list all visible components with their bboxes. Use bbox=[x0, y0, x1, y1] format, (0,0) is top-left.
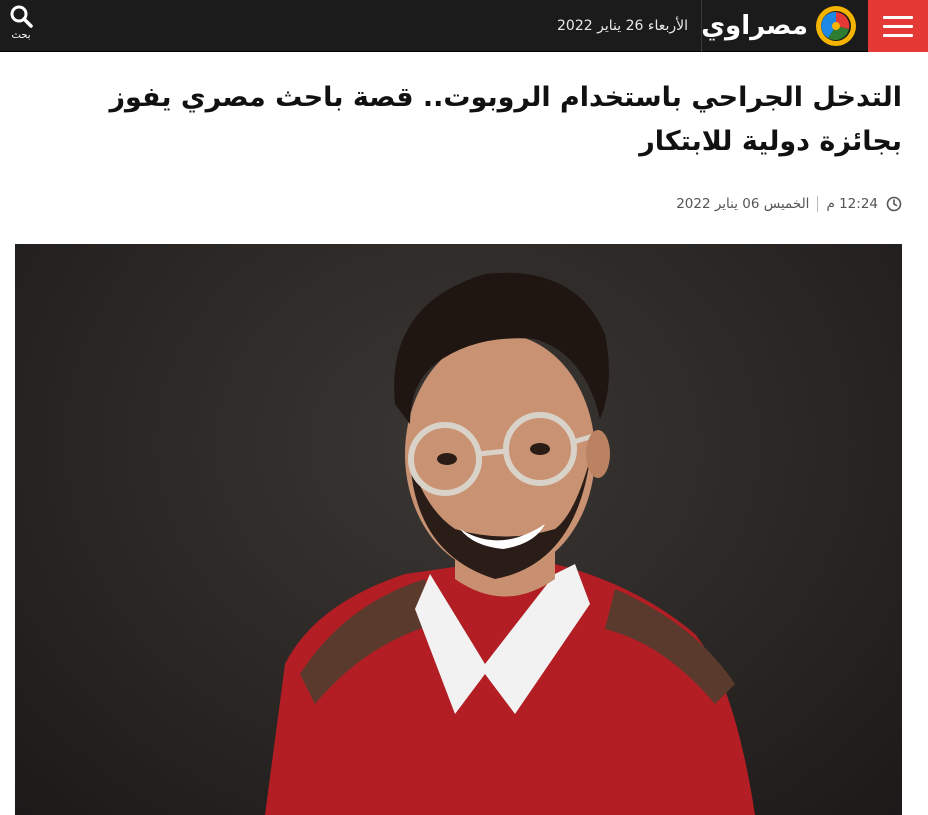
menu-line bbox=[883, 33, 913, 37]
header-date: الأربعاء 26 يناير 2022 bbox=[557, 18, 688, 34]
meta-separator bbox=[817, 196, 819, 212]
menu-button[interactable] bbox=[868, 0, 928, 52]
header-divider bbox=[701, 0, 702, 52]
portrait-illustration bbox=[265, 272, 755, 815]
article-title: التدخل الجراحي باستخدام الروبوت.. قصة با… bbox=[109, 82, 902, 157]
article-date: الخميس 06 يناير 2022 bbox=[676, 196, 810, 212]
site-logo[interactable]: مصراوي bbox=[701, 6, 856, 46]
site-name: مصراوي bbox=[701, 11, 808, 41]
menu-line bbox=[883, 15, 913, 19]
article-meta: 12:24 م الخميس 06 يناير 2022 bbox=[676, 192, 902, 216]
site-header: مصراوي الأربعاء 26 يناير 2022 بحث bbox=[0, 0, 928, 52]
clock-icon bbox=[886, 196, 902, 212]
article-hero-image bbox=[15, 244, 902, 815]
magnifier-icon bbox=[10, 5, 33, 28]
masrawy-logo-icon bbox=[816, 6, 856, 46]
search-button[interactable]: بحث bbox=[6, 4, 36, 48]
article-time: 12:24 م bbox=[826, 196, 878, 212]
menu-line bbox=[883, 24, 913, 28]
search-label: بحث bbox=[11, 30, 31, 41]
